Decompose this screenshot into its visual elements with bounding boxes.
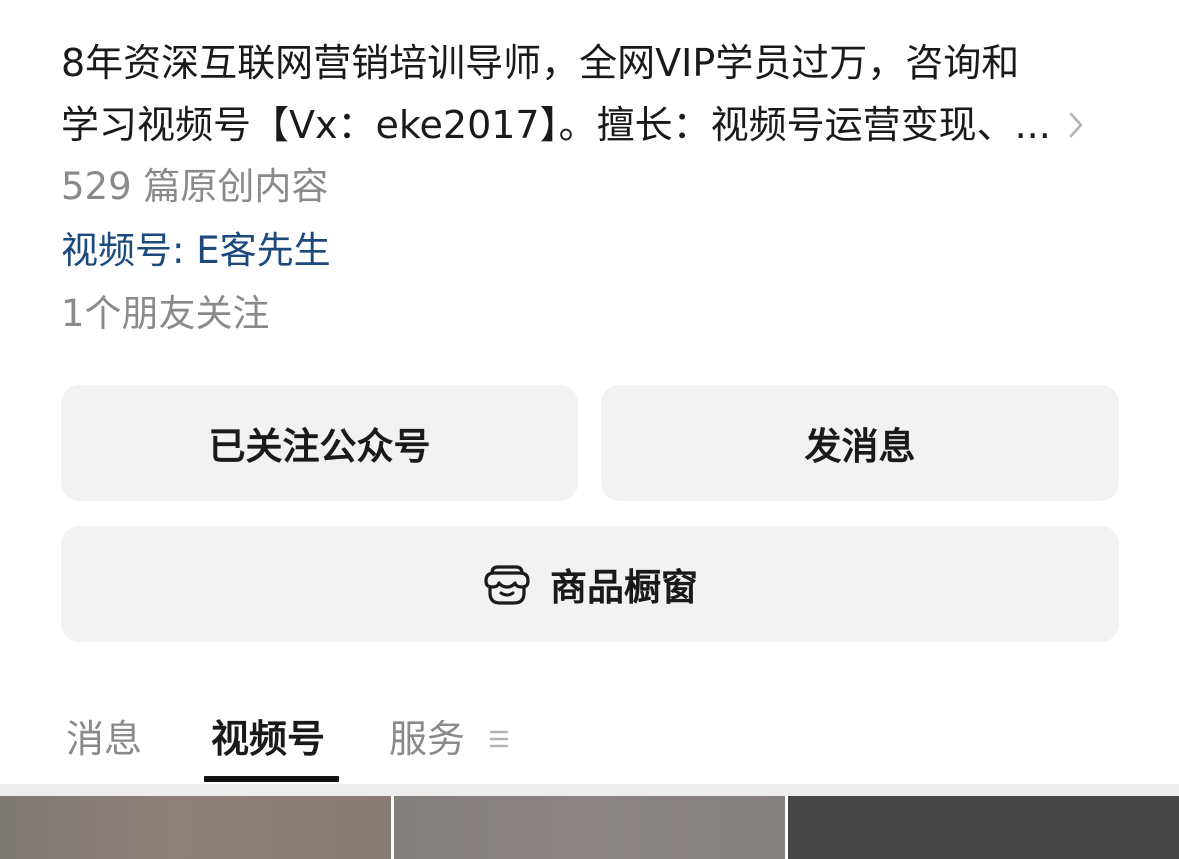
storefront-icon xyxy=(482,559,532,609)
video-thumbnail-2[interactable] xyxy=(394,796,785,859)
video-thumbnail-3[interactable] xyxy=(788,796,1179,859)
chevron-right-icon[interactable] xyxy=(1066,108,1086,142)
official-account-profile: 8年资深互联网营销培训导师，全网VIP学员过万，咨询和 学习视频号【Vx：eke… xyxy=(0,0,1179,859)
section-divider xyxy=(0,784,1179,796)
friends-following-count[interactable]: 1个朋友关注 xyxy=(61,289,270,339)
menu-icon[interactable] xyxy=(489,728,509,750)
channel-link[interactable]: 视频号: E客先生 xyxy=(61,226,331,276)
bio-line-1: 8年资深互联网营销培训导师，全网VIP学员过万，咨询和 xyxy=(61,41,1020,85)
active-tab-indicator xyxy=(204,776,339,782)
original-article-count[interactable]: 529 篇原创内容 xyxy=(61,162,328,212)
product-showcase-label: 商品橱窗 xyxy=(550,566,698,609)
send-message-button[interactable]: 发消息 xyxy=(601,385,1119,501)
tab-services[interactable]: 服务 xyxy=(389,714,465,764)
video-thumbnail-1[interactable] xyxy=(0,796,391,859)
followed-account-label: 已关注公众号 xyxy=(208,425,431,468)
tab-channels[interactable]: 视频号 xyxy=(211,714,325,764)
account-bio[interactable]: 8年资深互联网营销培训导师，全网VIP学员过万，咨询和 学习视频号【Vx：eke… xyxy=(61,32,1061,156)
tab-messages[interactable]: 消息 xyxy=(66,714,142,764)
product-showcase-button[interactable]: 商品橱窗 xyxy=(61,526,1119,642)
followed-account-button[interactable]: 已关注公众号 xyxy=(61,385,578,501)
bio-line-2: 学习视频号【Vx：eke2017】。擅长：视频号运营变现、... xyxy=(61,103,1051,147)
send-message-label: 发消息 xyxy=(804,425,916,468)
